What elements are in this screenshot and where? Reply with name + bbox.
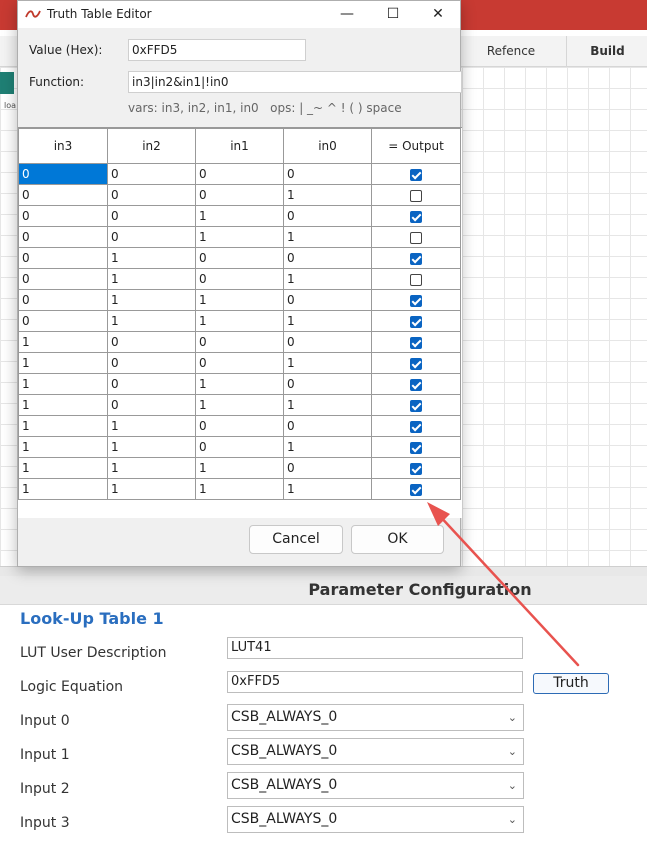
- annotation-arrow: [427, 502, 580, 667]
